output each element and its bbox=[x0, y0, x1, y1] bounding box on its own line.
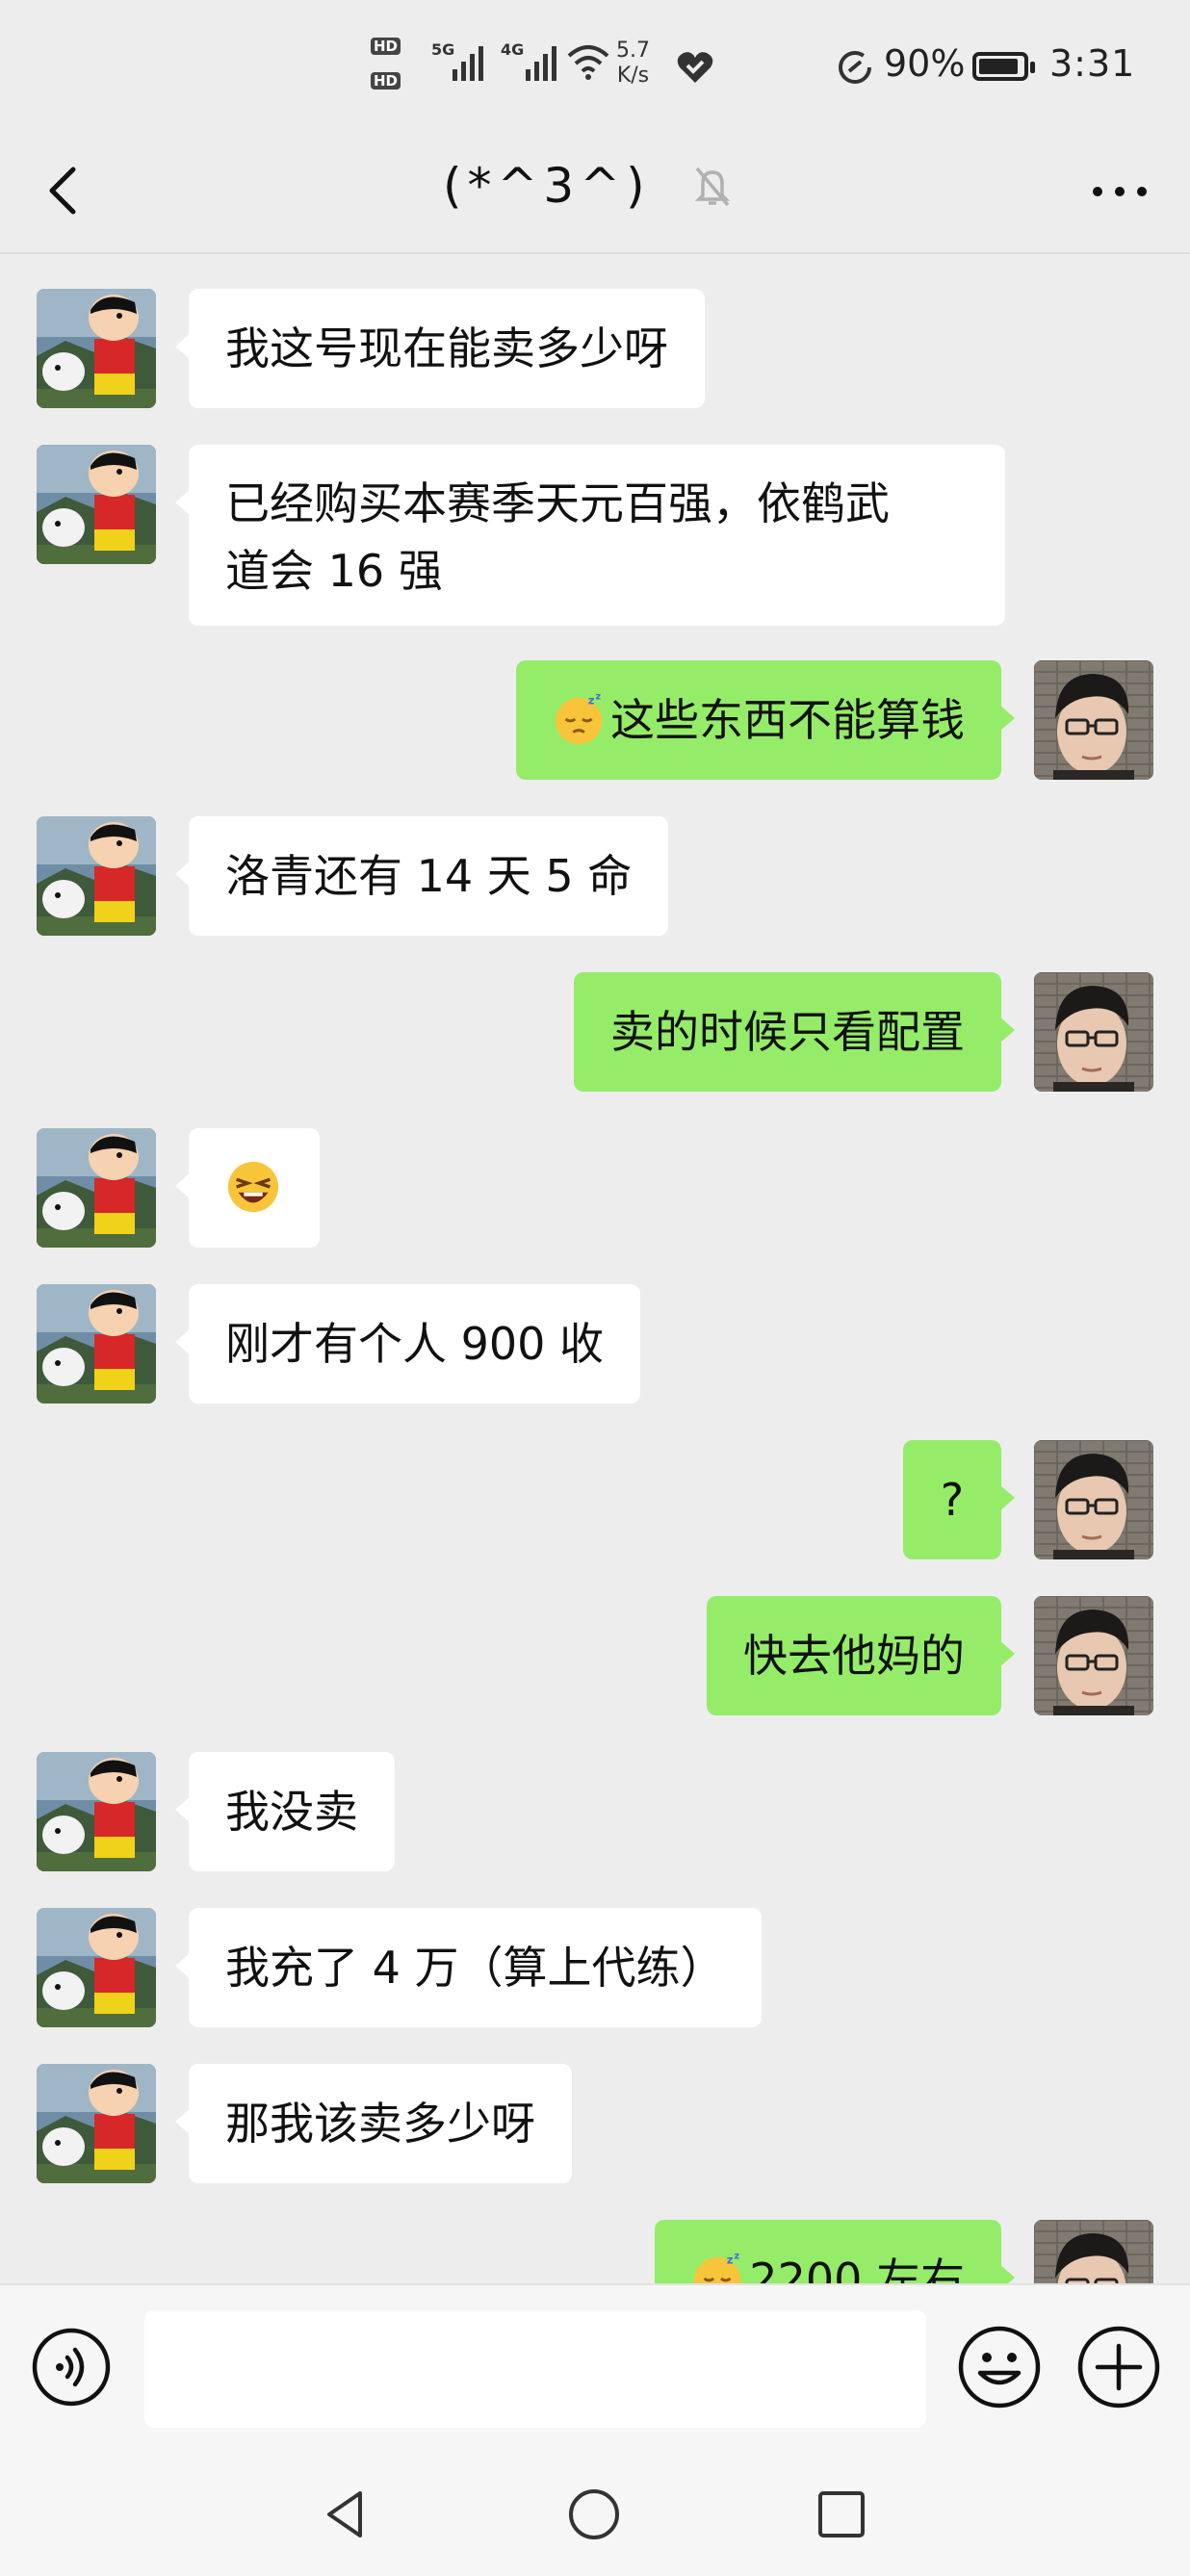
message-bubble[interactable]: 刚才有个人 900 收 bbox=[174, 1284, 641, 1404]
message-text: 洛青还有 14 天 5 命 bbox=[225, 850, 633, 902]
battery-percent: 90% bbox=[884, 42, 966, 85]
hd-badge: HD bbox=[371, 37, 401, 55]
message-text: 我充了 4 万（算上代练） bbox=[225, 1942, 725, 1994]
heart-check-icon bbox=[677, 52, 713, 83]
contact-avatar[interactable] bbox=[37, 816, 156, 936]
network-type-label: 5G bbox=[431, 40, 455, 59]
data-saver-icon bbox=[839, 51, 871, 84]
hd-badge: HD bbox=[371, 71, 401, 90]
message-text: 卖的时候只看配置 bbox=[610, 1006, 965, 1058]
my-avatar[interactable] bbox=[1034, 660, 1153, 780]
message-bubble[interactable]: 洛青还有 14 天 5 命 bbox=[174, 816, 669, 936]
message-text: 2200 左右 bbox=[749, 2254, 965, 2283]
wifi-icon bbox=[567, 45, 609, 80]
message-text: 我这号现在能卖多少呀 bbox=[225, 322, 668, 374]
message-text: 道会 16 强 bbox=[225, 545, 443, 597]
status-bar: HD HD 5G 4G 5.7 K/s 90% 3:31 bbox=[0, 0, 1190, 135]
my-avatar[interactable] bbox=[1034, 972, 1153, 1092]
voice-icon[interactable] bbox=[31, 2327, 112, 2408]
message-bubble[interactable]: 已经购买本赛季天元百强，依鹤武 道会 16 强 bbox=[175, 445, 1005, 626]
tired-face-emoji-icon bbox=[225, 1159, 281, 1215]
message-bubble[interactable]: 我没卖 bbox=[175, 1752, 395, 1871]
message-bubble[interactable]: 我充了 4 万（算上代练） bbox=[175, 1908, 762, 2027]
message-text: 那我该卖多少呀 bbox=[225, 2098, 535, 2150]
plus-icon[interactable] bbox=[1076, 2325, 1161, 2409]
chat-header: (*^3^) bbox=[0, 135, 1190, 254]
mute-bell-icon bbox=[694, 167, 730, 207]
back-icon[interactable] bbox=[37, 162, 94, 219]
contact-avatar[interactable] bbox=[37, 1908, 156, 2027]
chat-title-area: (*^3^) bbox=[443, 152, 736, 219]
contact-avatar[interactable] bbox=[37, 1752, 156, 1871]
message-bubble[interactable]: 那我该卖多少呀 bbox=[175, 2064, 572, 2183]
message-text: ? bbox=[940, 1474, 965, 1526]
message-text: 已经购买本赛季天元百强，依鹤武 bbox=[225, 477, 890, 529]
system-nav-bar bbox=[0, 2451, 1190, 2576]
network-speed: 5.7 K/s bbox=[616, 39, 650, 88]
nav-back-icon[interactable] bbox=[318, 2486, 375, 2543]
message-bubble[interactable]: 2200 左右 bbox=[655, 2220, 1015, 2283]
message-list[interactable]: z z 我这号现在能卖多少呀 已经购买本赛季天元百强，依鹤武 道会 16 强 这… bbox=[0, 254, 1190, 2283]
sleepy-face-emoji-icon bbox=[553, 691, 608, 747]
message-text: 刚才有个人 900 收 bbox=[225, 1318, 605, 1370]
nav-recent-icon[interactable] bbox=[813, 2486, 870, 2543]
message-bubble[interactable]: ? bbox=[903, 1440, 1015, 1559]
signal-icon bbox=[453, 42, 483, 81]
clock: 3:31 bbox=[1049, 42, 1136, 85]
contact-avatar[interactable] bbox=[37, 1284, 156, 1404]
contact-avatar[interactable] bbox=[37, 289, 156, 408]
message-text: 快去他妈的 bbox=[743, 1630, 965, 1682]
contact-avatar[interactable] bbox=[37, 1128, 156, 1248]
message-bubble[interactable]: 卖的时候只看配置 bbox=[574, 972, 1015, 1092]
my-avatar[interactable] bbox=[1034, 1596, 1153, 1715]
my-avatar[interactable] bbox=[1034, 2220, 1153, 2283]
battery-icon bbox=[972, 52, 1035, 81]
sleepy-face-emoji-icon bbox=[691, 2251, 747, 2283]
input-bar bbox=[0, 2283, 1190, 2453]
message-bubble[interactable] bbox=[175, 1128, 320, 1248]
message-bubble[interactable]: 这些东西不能算钱 bbox=[516, 660, 1015, 780]
network-type-label: 4G bbox=[501, 40, 525, 59]
signal-icon bbox=[526, 42, 556, 81]
my-avatar[interactable] bbox=[1034, 1440, 1153, 1559]
message-text: 我没卖 bbox=[225, 1786, 358, 1838]
message-text: 这些东西不能算钱 bbox=[610, 694, 965, 746]
message-bubble[interactable]: 快去他妈的 bbox=[707, 1596, 1015, 1715]
nav-home-icon[interactable] bbox=[565, 2486, 623, 2543]
emoji-icon[interactable] bbox=[957, 2325, 1042, 2409]
more-icon[interactable] bbox=[1086, 167, 1153, 216]
contact-avatar[interactable] bbox=[37, 2064, 156, 2183]
chat-title: (*^3^) bbox=[443, 158, 651, 214]
contact-avatar[interactable] bbox=[37, 445, 156, 564]
message-input[interactable] bbox=[144, 2310, 926, 2428]
message-bubble[interactable]: 我这号现在能卖多少呀 bbox=[175, 289, 705, 408]
